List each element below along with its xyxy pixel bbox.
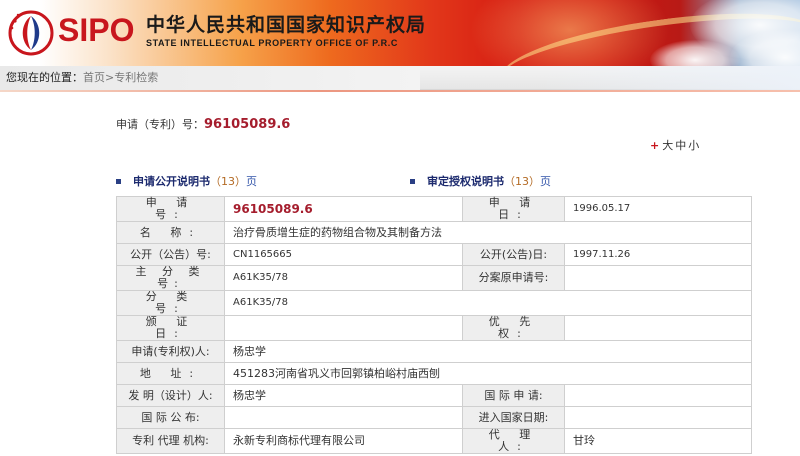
field-value: A61K35/78 <box>224 265 463 291</box>
table-row: 申请(专利权)人: 杨忠学 <box>116 340 752 363</box>
section-page-link[interactable]: 页 <box>246 175 257 188</box>
field-label: 颁 证 日: <box>116 315 225 341</box>
header-banner: SIPO 中华人民共和国国家知识产权局 STATE INTELLECTUAL P… <box>0 0 800 66</box>
field-label: 分 类 号: <box>116 290 225 316</box>
table-row: 公开（公告）号: CN1165665 公开(公告)日: 1997.11.26 <box>116 243 752 266</box>
field-value <box>564 265 752 291</box>
application-number-heading: 申请（专利）号：96105089.6 <box>116 116 290 134</box>
table-row: 颁 证 日: 优 先 权: <box>116 315 752 341</box>
field-value <box>224 406 463 429</box>
field-value: 451283河南省巩义市回郭镇柏峪村庙西刨 <box>224 362 752 385</box>
field-value: 治疗骨质增生症的药物组合物及其制备方法 <box>224 221 752 244</box>
field-value: 永新专利商标代理有限公司 <box>224 428 463 454</box>
brand-wordmark: SIPO <box>58 12 135 48</box>
table-row: 主 分 类 号: A61K35/78 分案原申请号: <box>116 265 752 291</box>
field-value: 96105089.6 <box>224 196 463 222</box>
table-row: 分 类 号: A61K35/78 <box>116 290 752 316</box>
field-label: 代 理 人: <box>462 428 565 454</box>
field-label: 发 明（设计）人: <box>116 384 225 407</box>
field-value: 杨忠学 <box>224 340 752 363</box>
table-row: 专利 代理 机构: 永新专利商标代理有限公司 代 理 人: 甘玲 <box>116 428 752 454</box>
field-value: 1997.11.26 <box>564 243 752 266</box>
table-row: 发 明（设计）人: 杨忠学 国 际 申 请: <box>116 384 752 407</box>
patent-details-table: 申 请 号: 96105089.6 申 请 日: 1996.05.17 名 称:… <box>116 196 752 454</box>
breadcrumb-home-link[interactable]: 首页 <box>83 71 105 84</box>
breadcrumb-label: 您现在的位置： <box>6 71 83 84</box>
font-size-medium[interactable]: 中 <box>675 139 686 152</box>
field-label: 公开（公告）号: <box>116 243 225 266</box>
font-size-small[interactable]: 小 <box>688 139 699 152</box>
field-label: 申请(专利权)人: <box>116 340 225 363</box>
field-label: 国 际 公 布: <box>116 406 225 429</box>
section-publication-spec: 申请公开说明书（13）页 <box>116 174 257 190</box>
breadcrumb-bar: 您现在的位置：首页>专利检索 <box>0 66 800 90</box>
bullet-icon <box>116 178 121 184</box>
field-label: 优 先 权: <box>462 315 565 341</box>
field-label: 国 际 申 请: <box>462 384 565 407</box>
table-row: 申 请 号: 96105089.6 申 请 日: 1996.05.17 <box>116 196 752 222</box>
field-label: 专利 代理 机构: <box>116 428 225 454</box>
section-grant-spec: 审定授权说明书（13）页 <box>410 174 551 190</box>
breadcrumb: 您现在的位置：首页>专利检索 <box>6 71 158 85</box>
table-row: 地 址: 451283河南省巩义市回郭镇柏峪村庙西刨 <box>116 362 752 385</box>
field-value <box>564 315 752 341</box>
field-value <box>224 315 463 341</box>
table-row: 国 际 公 布: 进入国家日期: <box>116 406 752 429</box>
bullet-icon <box>410 178 415 184</box>
field-label: 名 称: <box>116 221 225 244</box>
field-label: 分案原申请号: <box>462 265 565 291</box>
field-value: 杨忠学 <box>224 384 463 407</box>
application-number-value: 96105089.6 <box>204 117 291 132</box>
field-value: 1996.05.17 <box>564 196 752 222</box>
field-label: 申 请 日: <box>462 196 565 222</box>
field-value: A61K35/78 <box>224 290 752 316</box>
divider <box>0 90 800 92</box>
font-size-large[interactable]: 大 <box>662 139 673 152</box>
table-row: 名 称: 治疗骨质增生症的药物组合物及其制备方法 <box>116 221 752 244</box>
section-page-count: （13） <box>210 175 246 188</box>
breadcrumb-current[interactable]: 专利检索 <box>114 71 158 84</box>
field-value <box>564 406 752 429</box>
font-size-controls: + 大中小 <box>650 139 701 153</box>
field-label: 公开(公告)日: <box>462 243 565 266</box>
field-label: 进入国家日期: <box>462 406 565 429</box>
agency-title-cn: 中华人民共和国国家知识产权局 <box>146 14 427 36</box>
field-value: 甘玲 <box>564 428 752 454</box>
section-title[interactable]: 申请公开说明书 <box>133 175 210 188</box>
section-page-count: （13） <box>504 175 540 188</box>
field-value: CN1165665 <box>224 243 463 266</box>
application-number-label: 申请（专利）号： <box>116 118 204 131</box>
plus-icon: + <box>650 139 660 152</box>
agency-title-en: STATE INTELLECTUAL PROPERTY OFFICE OF P.… <box>146 38 398 48</box>
field-label: 地 址: <box>116 362 225 385</box>
sipo-logo-icon <box>8 10 54 56</box>
section-title[interactable]: 审定授权说明书 <box>427 175 504 188</box>
breadcrumb-separator: > <box>105 71 115 84</box>
field-label: 主 分 类 号: <box>116 265 225 291</box>
field-label: 申 请 号: <box>116 196 225 222</box>
section-page-link[interactable]: 页 <box>540 175 551 188</box>
field-value <box>564 384 752 407</box>
